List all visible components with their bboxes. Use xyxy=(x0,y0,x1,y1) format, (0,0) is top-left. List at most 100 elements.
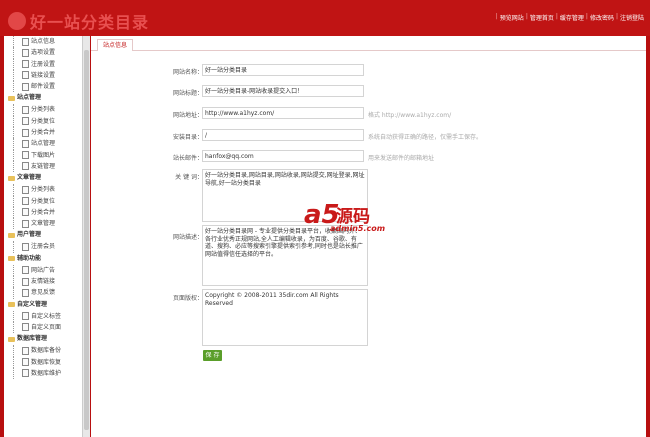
sidebar-item[interactable]: 分类复位 xyxy=(4,195,84,208)
site-title-input[interactable]: 好一站分类目录-网站收录提交入口！ xyxy=(202,85,364,97)
install-dir-input[interactable]: / xyxy=(202,129,364,141)
folder-icon xyxy=(8,232,15,238)
sidebar-category[interactable]: 用户管理 xyxy=(4,229,84,241)
scrollbar-thumb[interactable] xyxy=(84,50,89,430)
document-icon xyxy=(22,358,29,367)
sidebar-item[interactable]: 站点管理 xyxy=(4,138,84,150)
sidebar-item[interactable]: 注册设置 xyxy=(4,58,84,71)
save-button[interactable]: 保 存 xyxy=(203,350,222,361)
header-links: | 预览网站 | 管理首页 | 缓存管理 | 修改密码 | 注销登陆 xyxy=(495,13,644,22)
sidebar-menu: 站点信息 选项设置 注册设置 链接设置 邮件设置 站点管理 分类列表 分类复位 分类合并 站点管理… xyxy=(4,36,84,437)
sidebar-item[interactable]: 网站广告 xyxy=(4,264,84,277)
sidebar-category[interactable]: 自定义管理 xyxy=(4,299,84,311)
sidebar-item-label: 分类复位 xyxy=(31,117,56,125)
sidebar-item[interactable]: 分类列表 xyxy=(4,184,84,196)
sidebar-item-label: 站点管理 xyxy=(31,140,56,148)
description-label: 网站描述： xyxy=(172,234,203,241)
document-icon xyxy=(22,219,29,228)
tab-site-info[interactable]: 站点信息 xyxy=(97,39,134,51)
document-icon xyxy=(22,139,29,148)
sidebar-item[interactable]: 分类复位 xyxy=(4,115,84,128)
sidebar-item-label: 用户管理 xyxy=(17,231,42,239)
sidebar-scrollbar[interactable] xyxy=(82,36,90,437)
document-icon xyxy=(22,242,29,251)
tab-bar: 站点信息 xyxy=(91,36,646,51)
sidebar-item[interactable]: 选项设置 xyxy=(4,47,84,59)
sidebar-item-label: 数据库恢复 xyxy=(31,358,62,366)
document-icon xyxy=(22,346,29,355)
sidebar-item-label: 邮件设置 xyxy=(31,83,56,91)
top-header: 好一站分类目录 | 预览网站 | 管理首页 | 缓存管理 | 修改密码 | 注销… xyxy=(0,0,650,36)
sidebar-item-label: 数据库维护 xyxy=(31,369,62,377)
sidebar-category[interactable]: 数据库管理 xyxy=(4,333,84,345)
sidebar-item[interactable]: 友情链接 xyxy=(4,276,84,288)
document-icon xyxy=(22,185,29,194)
folder-icon xyxy=(8,175,15,181)
sidebar-item[interactable]: 邮件设置 xyxy=(4,81,84,93)
sidebar-item-label: 分类复位 xyxy=(31,197,56,205)
folder-icon xyxy=(8,302,15,308)
sidebar-category[interactable]: 文章管理 xyxy=(4,172,84,184)
sidebar-item[interactable]: 注册会员 xyxy=(4,241,84,254)
document-icon xyxy=(22,208,29,217)
document-icon xyxy=(22,288,29,297)
sidebar-item[interactable]: 数据库恢复 xyxy=(4,356,84,369)
sidebar-item-label: 意见反馈 xyxy=(31,289,56,297)
sidebar-item[interactable]: 下载图片 xyxy=(4,149,84,162)
sidebar-item-label: 站点管理 xyxy=(17,94,42,102)
sidebar-item-label: 友链管理 xyxy=(31,162,56,170)
document-icon xyxy=(22,369,29,378)
sidebar-item[interactable]: 站点信息 xyxy=(4,36,84,48)
document-icon xyxy=(22,312,29,321)
sidebar-item-label: 注册设置 xyxy=(31,60,56,68)
sidebar-item[interactable]: 意见反馈 xyxy=(4,287,84,299)
link-cache-manage[interactable]: 缓存管理 xyxy=(560,13,584,22)
copyright-textarea[interactable]: Copyright © 2008-2011 35dir.com All Righ… xyxy=(202,289,368,346)
sidebar-item-label: 下载图片 xyxy=(31,151,56,159)
sidebar-item-label: 自定义标签 xyxy=(31,312,62,320)
sidebar-item[interactable]: 数据库备份 xyxy=(4,345,84,357)
site-logo[interactable]: 好一站分类目录 xyxy=(8,9,149,33)
logo-text: 好一站分类目录 xyxy=(30,13,150,32)
sidebar-item-label: 站点信息 xyxy=(31,38,56,45)
sidebar-item[interactable]: 文章管理 xyxy=(4,218,84,230)
sidebar-item-label: 文章管理 xyxy=(17,174,42,182)
link-preview-site[interactable]: 预览网站 xyxy=(500,13,524,22)
site-name-label: 网站名称： xyxy=(172,69,203,76)
sidebar-item[interactable]: 分类列表 xyxy=(4,104,84,117)
install-dir-label: 安装目录： xyxy=(172,134,203,141)
document-icon xyxy=(22,48,29,57)
site-url-label: 网站地址： xyxy=(172,112,203,119)
sidebar-item-label: 分类列表 xyxy=(31,186,56,194)
folder-icon xyxy=(8,336,15,342)
sidebar-item[interactable]: 链接设置 xyxy=(4,69,84,82)
document-icon xyxy=(22,128,29,137)
link-logout[interactable]: 注销登陆 xyxy=(620,13,644,22)
sidebar-item[interactable]: 数据库维护 xyxy=(4,367,84,380)
copyright-label: 页面版权： xyxy=(172,295,203,302)
sidebar-category[interactable]: 站点管理 xyxy=(4,92,84,104)
document-icon xyxy=(22,37,29,46)
document-icon xyxy=(22,105,29,114)
admin-email-label: 站长邮件： xyxy=(172,155,203,162)
sidebar-item[interactable]: 自定义标签 xyxy=(4,310,84,323)
sidebar-item[interactable]: 友链管理 xyxy=(4,160,84,173)
document-icon xyxy=(22,323,29,332)
sidebar-item-label: 分类合并 xyxy=(31,129,56,137)
site-name-input[interactable]: 好一站分类目录 xyxy=(202,64,364,76)
link-change-password[interactable]: 修改密码 xyxy=(590,13,614,22)
site-url-hint: 格式 http://www.a1hyz.com/ xyxy=(368,112,452,119)
sidebar-item[interactable]: 自定义页面 xyxy=(4,321,84,334)
sidebar-item-label: 链接设置 xyxy=(31,71,56,79)
document-icon xyxy=(22,151,29,160)
sidebar-item-label: 分类合并 xyxy=(31,208,56,216)
sidebar-item[interactable]: 分类合并 xyxy=(4,127,84,139)
sidebar-category[interactable]: 辅助功能 xyxy=(4,253,84,265)
admin-email-input[interactable]: hanfox@qq.com xyxy=(202,150,364,162)
sidebar-item[interactable]: 分类合并 xyxy=(4,206,84,219)
site-url-input[interactable]: http://www.a1hyz.com/ xyxy=(202,107,364,119)
sidebar-item-label: 数据库管理 xyxy=(17,335,48,343)
document-icon xyxy=(22,162,29,171)
document-icon xyxy=(22,82,29,91)
link-admin-home[interactable]: 管理首页 xyxy=(530,13,554,22)
